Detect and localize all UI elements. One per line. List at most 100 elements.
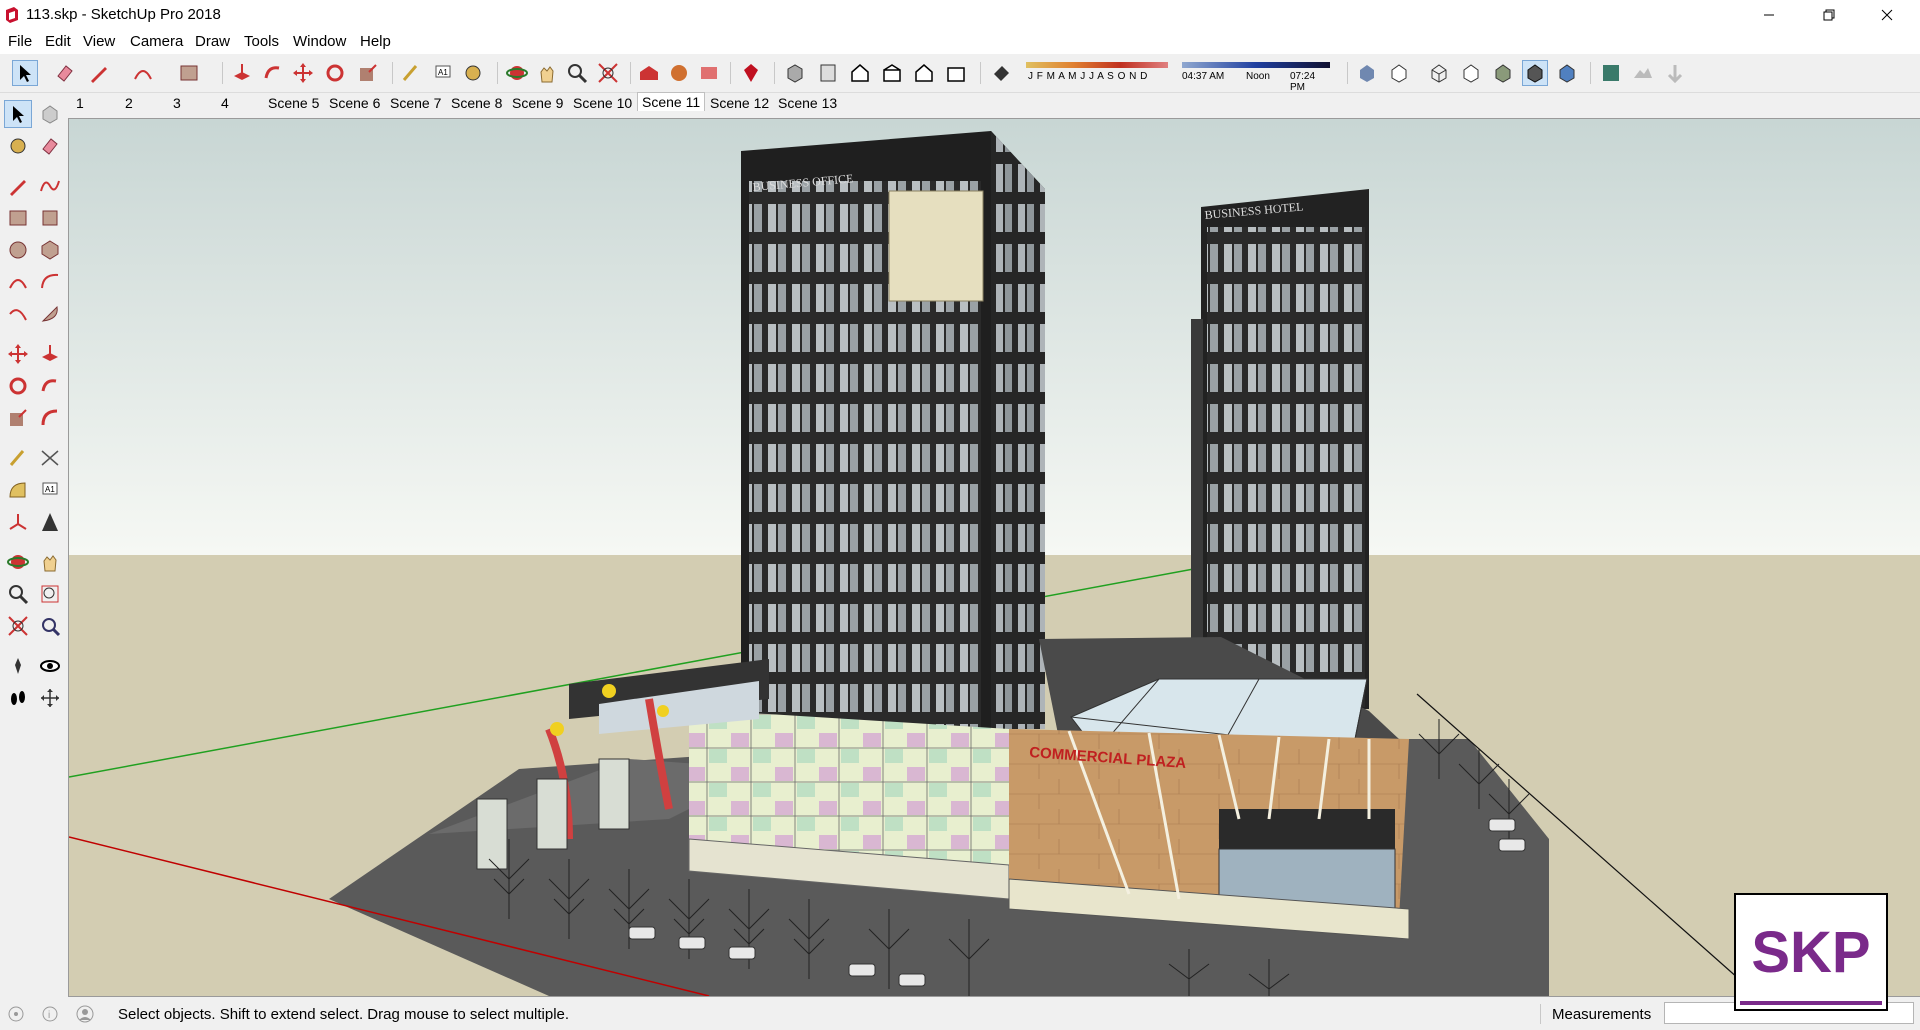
arc-tool-button[interactable] xyxy=(130,60,156,86)
scene-tab-9[interactable]: Scene 9 xyxy=(508,94,567,112)
freehand-tool[interactable] xyxy=(36,172,64,200)
shadow-time-slider[interactable]: 04:37 AM Noon 07:24 PM xyxy=(1182,60,1330,93)
menu-edit[interactable]: Edit xyxy=(45,33,71,50)
tape-measure-button[interactable] xyxy=(398,60,424,86)
monochrome-button[interactable] xyxy=(1554,60,1580,86)
section-plane-tool[interactable] xyxy=(36,684,64,712)
eraser-tool[interactable] xyxy=(36,132,64,160)
move-tool-button[interactable] xyxy=(290,60,316,86)
paint-bucket-button[interactable] xyxy=(460,60,486,86)
paint-bucket-tool[interactable] xyxy=(4,132,32,160)
push-pull-button[interactable] xyxy=(229,60,255,86)
3d-text-tool[interactable] xyxy=(36,508,64,536)
orbit-button[interactable] xyxy=(504,60,530,86)
toggle-terrain-button[interactable] xyxy=(1630,60,1656,86)
text-tool[interactable]: A1 xyxy=(36,476,64,504)
menu-camera[interactable]: Camera xyxy=(130,33,183,50)
arc-tool[interactable] xyxy=(4,268,32,296)
zoom-extents-tool[interactable] xyxy=(4,612,32,640)
3d-warehouse-button[interactable] xyxy=(636,60,662,86)
select-tool[interactable] xyxy=(4,100,32,128)
tape-measure-tool[interactable] xyxy=(4,444,32,472)
three-point-arc-tool[interactable] xyxy=(4,300,32,328)
close-button[interactable] xyxy=(1858,0,1916,30)
pan-tool[interactable] xyxy=(36,548,64,576)
back-view-button[interactable] xyxy=(911,60,937,86)
polygon-tool[interactable] xyxy=(36,236,64,264)
extension-warehouse-button[interactable] xyxy=(666,60,692,86)
rotate-tool[interactable] xyxy=(4,372,32,400)
scene-tab-2[interactable]: 2 xyxy=(121,94,137,112)
shaded-button[interactable] xyxy=(1490,60,1516,86)
hidden-line-button[interactable] xyxy=(1458,60,1484,86)
menu-view[interactable]: View xyxy=(83,33,115,50)
scene-tab-10[interactable]: Scene 10 xyxy=(569,94,636,112)
line-tool[interactable] xyxy=(4,172,32,200)
iso-view-button[interactable] xyxy=(782,60,808,86)
scene-tab-4[interactable]: 4 xyxy=(217,94,233,112)
user-account-icon[interactable] xyxy=(76,1005,94,1023)
make-component-tool[interactable] xyxy=(36,100,64,128)
shaded-textures-button[interactable] xyxy=(1522,60,1548,86)
menu-help[interactable]: Help xyxy=(360,33,391,50)
left-view-button[interactable] xyxy=(943,60,969,86)
line-tool-button[interactable] xyxy=(86,60,112,86)
scale-tool[interactable] xyxy=(4,404,32,432)
right-view-button[interactable] xyxy=(879,60,905,86)
wireframe-button[interactable] xyxy=(1426,60,1452,86)
pie-tool[interactable] xyxy=(36,300,64,328)
rectangle-tool[interactable] xyxy=(4,204,32,232)
zoom-extents-button[interactable] xyxy=(595,60,621,86)
menu-window[interactable]: Window xyxy=(293,33,346,50)
menu-tools[interactable]: Tools xyxy=(244,33,279,50)
menu-file[interactable]: File xyxy=(8,33,32,50)
two-point-arc-tool[interactable] xyxy=(36,268,64,296)
orbit-tool[interactable] xyxy=(4,548,32,576)
move-tool[interactable] xyxy=(4,340,32,368)
photo-textures-button[interactable] xyxy=(1662,60,1688,86)
scene-tab-8[interactable]: Scene 8 xyxy=(447,94,506,112)
protractor-tool[interactable] xyxy=(4,476,32,504)
top-view-button[interactable] xyxy=(815,60,841,86)
front-view-button[interactable] xyxy=(847,60,873,86)
scene-tab-1[interactable]: 1 xyxy=(72,94,88,112)
follow-me-button[interactable] xyxy=(260,60,286,86)
minimize-button[interactable] xyxy=(1740,0,1798,30)
scene-tab-12[interactable]: Scene 12 xyxy=(706,94,773,112)
menu-draw[interactable]: Draw xyxy=(195,33,230,50)
push-pull-tool[interactable] xyxy=(36,340,64,368)
dimension-tool[interactable] xyxy=(36,444,64,472)
eraser-tool-button[interactable] xyxy=(52,60,78,86)
position-camera-tool[interactable] xyxy=(4,652,32,680)
text-tool-button[interactable]: A1 xyxy=(430,60,456,86)
back-edges-button[interactable] xyxy=(1386,60,1412,86)
look-around-tool[interactable] xyxy=(36,652,64,680)
shadow-date-slider[interactable]: J F M A M J J A S O N D xyxy=(1026,60,1168,86)
restore-button[interactable] xyxy=(1800,0,1858,30)
zoom-window-tool[interactable] xyxy=(36,580,64,608)
walk-tool[interactable] xyxy=(4,684,32,712)
layout-button[interactable] xyxy=(696,60,722,86)
scene-tab-11[interactable]: Scene 11 xyxy=(637,92,706,111)
offset-tool[interactable] xyxy=(36,404,64,432)
scene-tab-3[interactable]: 3 xyxy=(169,94,185,112)
circle-tool[interactable] xyxy=(4,236,32,264)
zoom-button[interactable] xyxy=(564,60,590,86)
scale-tool-button[interactable] xyxy=(355,60,381,86)
xray-style-button[interactable] xyxy=(1354,60,1380,86)
geolocation-status-icon[interactable] xyxy=(8,1006,24,1022)
axes-tool[interactable] xyxy=(4,508,32,536)
scene-tab-6[interactable]: Scene 6 xyxy=(325,94,384,112)
zoom-tool[interactable] xyxy=(4,580,32,608)
select-tool-button[interactable] xyxy=(12,60,38,86)
scene-tab-13[interactable]: Scene 13 xyxy=(774,94,841,112)
pan-button[interactable] xyxy=(534,60,560,86)
model-viewport[interactable]: BUSINESS OFFICE BUSINESS HOTEL COMMERCIA… xyxy=(68,118,1920,997)
scene-tab-7[interactable]: Scene 7 xyxy=(386,94,445,112)
add-location-button[interactable] xyxy=(1598,60,1624,86)
previous-view-tool[interactable] xyxy=(36,612,64,640)
rotate-tool-button[interactable] xyxy=(322,60,348,86)
scene-tab-5[interactable]: Scene 5 xyxy=(264,94,323,112)
extension-manager-button[interactable] xyxy=(738,60,764,86)
credits-info-icon[interactable]: i xyxy=(42,1006,58,1022)
